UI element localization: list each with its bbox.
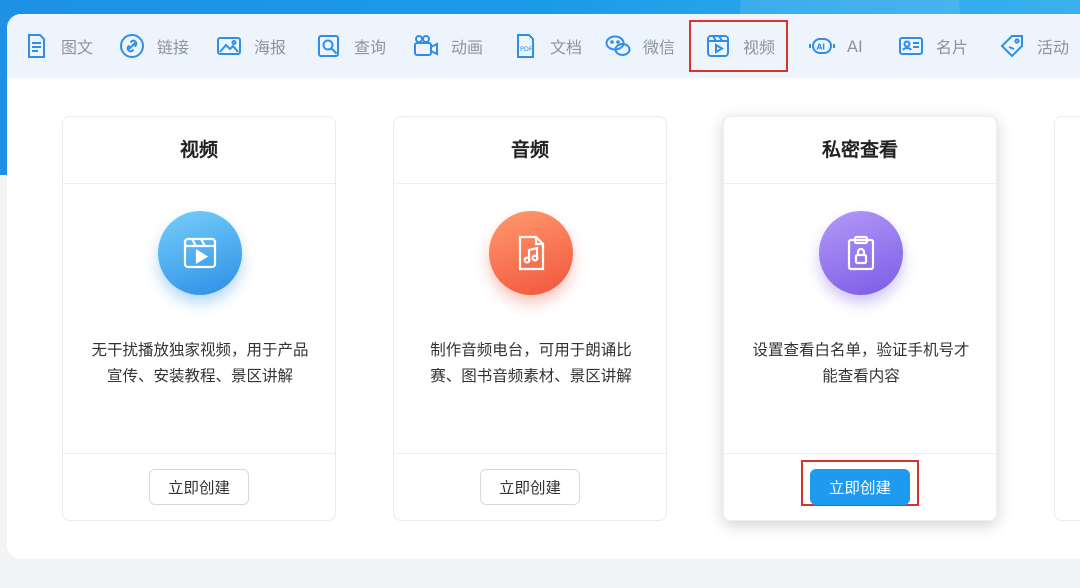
- create-private-view-button[interactable]: 立即创建: [810, 469, 910, 505]
- video-icon: [703, 31, 733, 61]
- nav-item-label: 动画: [451, 38, 484, 57]
- card-title: 私密查看: [724, 117, 996, 184]
- card-description: 无干扰播放独家视频，用于产品宣传、安装教程、景区讲解: [91, 341, 309, 385]
- card-footer: 立即创建: [724, 453, 996, 520]
- nav-item-label: AI: [847, 36, 863, 56]
- video-camera-icon: [411, 31, 441, 61]
- svg-text:PDF: PDF: [520, 45, 533, 53]
- category-nav: 图文 链接 海报 查询 动画 PDF 文档 微信 视频 AI AI 名片 活动: [7, 14, 1080, 78]
- ai-icon: AI: [807, 31, 837, 61]
- create-audio-button[interactable]: 立即创建: [480, 469, 580, 505]
- nav-item-ai[interactable]: AI AI: [807, 24, 863, 68]
- nav-item-label: 图文: [61, 38, 94, 57]
- card-audio: 音频 制作音频电台，可用于朗诵比赛、图书音频素材、景区讲解 立即创建: [393, 116, 667, 521]
- image-icon: [214, 31, 244, 61]
- nav-item-label: 名片: [936, 38, 969, 57]
- card-footer: 立即创建: [394, 453, 666, 520]
- create-video-button[interactable]: 立即创建: [149, 469, 249, 505]
- card-video: 视频 无干扰播放独家视频，用于产品宣传、安装教程、景区讲解 立即创建: [62, 116, 336, 521]
- card-description: 制作音频电台，可用于朗诵比赛、图书音频素材、景区讲解: [430, 341, 632, 385]
- card-private-view: 私密查看 设置查看白名单，验证手机号才能查看内容 立即创建: [723, 116, 997, 521]
- nav-item-tuwen[interactable]: 图文: [21, 24, 93, 68]
- card-footer: 立即创建: [63, 453, 335, 520]
- nav-item-label: 海报: [254, 38, 287, 57]
- nav-item-label: 视频: [743, 38, 776, 57]
- nav-item-label: 查询: [354, 38, 387, 57]
- svg-text:AI: AI: [817, 43, 826, 52]
- nav-item-link[interactable]: 链接: [117, 24, 189, 68]
- card-title: 视频: [63, 117, 335, 184]
- nav-item-label: 文档: [550, 38, 583, 57]
- link-icon: [117, 31, 147, 61]
- locked-clipboard-icon: [819, 211, 903, 295]
- card-next-partial: [1054, 116, 1080, 521]
- nav-item-docs[interactable]: PDF 文档: [510, 24, 582, 68]
- nav-item-poster[interactable]: 海报: [214, 24, 286, 68]
- nav-item-wechat[interactable]: 微信: [603, 24, 675, 68]
- business-card-icon: [896, 31, 926, 61]
- search-icon: [314, 31, 344, 61]
- video-icon: [158, 211, 242, 295]
- pdf-icon: PDF: [510, 31, 540, 61]
- nav-item-label: 链接: [157, 38, 190, 57]
- tag-icon: [997, 31, 1027, 61]
- card-description: 设置查看白名单，验证手机号才能查看内容: [752, 341, 970, 385]
- nav-item-activity[interactable]: 活动: [997, 24, 1069, 68]
- nav-item-query[interactable]: 查询: [314, 24, 386, 68]
- nav-item-animation[interactable]: 动画: [411, 24, 483, 68]
- nav-item-card[interactable]: 名片: [896, 24, 968, 68]
- music-file-icon: [489, 211, 573, 295]
- wechat-icon: [603, 31, 633, 61]
- nav-item-label: 活动: [1037, 38, 1070, 57]
- card-title: 音频: [394, 117, 666, 184]
- nav-item-video[interactable]: 视频: [689, 20, 788, 72]
- nav-item-label: 微信: [643, 38, 676, 57]
- main-panel: 图文 链接 海报 查询 动画 PDF 文档 微信 视频 AI AI 名片 活动 …: [7, 14, 1080, 559]
- document-icon: [21, 31, 51, 61]
